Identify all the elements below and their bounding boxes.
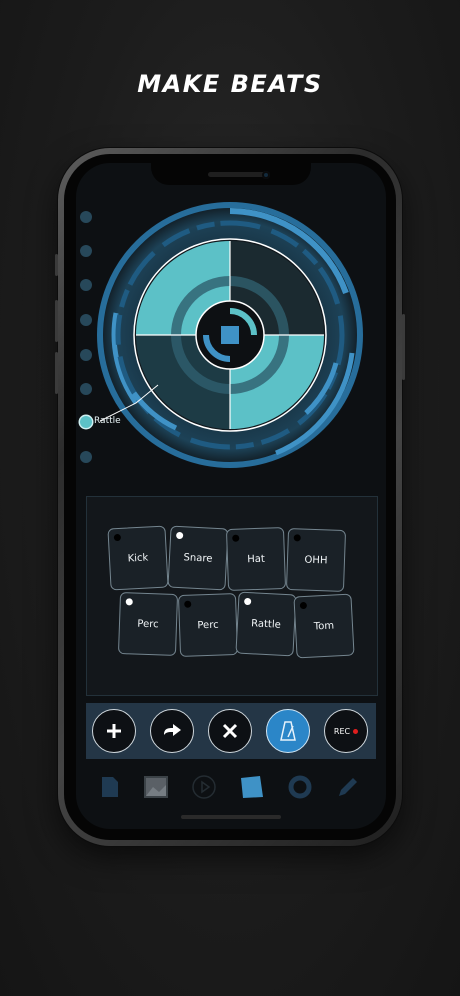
pad-panel: Kick Snare Hat OHH Perc Perc Rattle Tom — [86, 496, 378, 696]
pad-led — [293, 534, 301, 542]
tab-pads[interactable] — [240, 775, 264, 799]
tab-circle[interactable] — [288, 775, 312, 799]
pad-label: Hat — [247, 553, 265, 565]
home-indicator — [181, 815, 281, 819]
tab-image[interactable] — [144, 775, 168, 799]
tab-bar — [76, 767, 386, 807]
tab-play[interactable] — [192, 775, 216, 799]
clear-button[interactable] — [208, 709, 252, 753]
drum-pad[interactable]: Snare — [167, 525, 229, 591]
pad-label: Perc — [137, 618, 159, 630]
drum-pad[interactable]: Hat — [225, 527, 287, 591]
headline: MAKE BEATS — [137, 70, 323, 98]
pad-label: OHH — [304, 554, 328, 566]
earpiece-speaker — [208, 172, 266, 177]
pad-icon — [241, 776, 263, 798]
side-button-volume-up — [55, 300, 58, 342]
add-button[interactable] — [92, 709, 136, 753]
pad-label: Snare — [183, 551, 213, 565]
drum-pad[interactable]: Tom — [293, 593, 355, 659]
pad-label: Kick — [127, 551, 149, 565]
record-label: REC — [334, 727, 359, 736]
drum-pad[interactable]: Perc — [177, 593, 239, 657]
drum-pad[interactable]: Perc — [117, 592, 179, 656]
tab-pencil[interactable] — [336, 775, 360, 799]
side-button-silent — [55, 254, 58, 276]
document-icon — [102, 777, 118, 797]
app-screen: Rattle Kick Snare Hat OHH Perc Perc Ratt… — [76, 163, 386, 829]
pad-label: Rattle — [250, 617, 282, 631]
pad-led — [184, 600, 192, 608]
record-button[interactable]: REC — [324, 709, 368, 753]
control-bar: REC — [86, 703, 376, 759]
pad-led — [125, 598, 133, 606]
pad-led — [232, 534, 240, 542]
x-icon — [222, 723, 238, 739]
pad-led — [243, 597, 252, 606]
drum-pad[interactable]: Kick — [107, 525, 169, 591]
pad-led — [299, 601, 308, 610]
circular-sequencer[interactable] — [76, 163, 386, 483]
metronome-button[interactable] — [266, 709, 310, 753]
plus-icon — [107, 724, 121, 738]
forward-button[interactable] — [150, 709, 194, 753]
pencil-icon — [339, 778, 357, 796]
side-button-volume-down — [55, 352, 58, 394]
pad-label: Tom — [313, 619, 335, 633]
drum-pad[interactable]: Rattle — [235, 591, 297, 657]
arrow-right-icon — [164, 724, 181, 736]
play-icon — [192, 775, 216, 799]
drum-pad[interactable]: OHH — [285, 528, 347, 592]
tab-document[interactable] — [98, 775, 122, 799]
side-button-power — [402, 314, 405, 380]
record-dot — [353, 728, 359, 734]
circle-icon — [288, 775, 312, 799]
front-camera — [262, 171, 270, 179]
pad-led — [175, 531, 184, 540]
stop-icon[interactable] — [221, 326, 239, 344]
pad-led — [113, 533, 122, 542]
pad-label: Perc — [197, 619, 219, 631]
image-icon — [144, 776, 168, 798]
metronome-icon — [280, 721, 296, 741]
